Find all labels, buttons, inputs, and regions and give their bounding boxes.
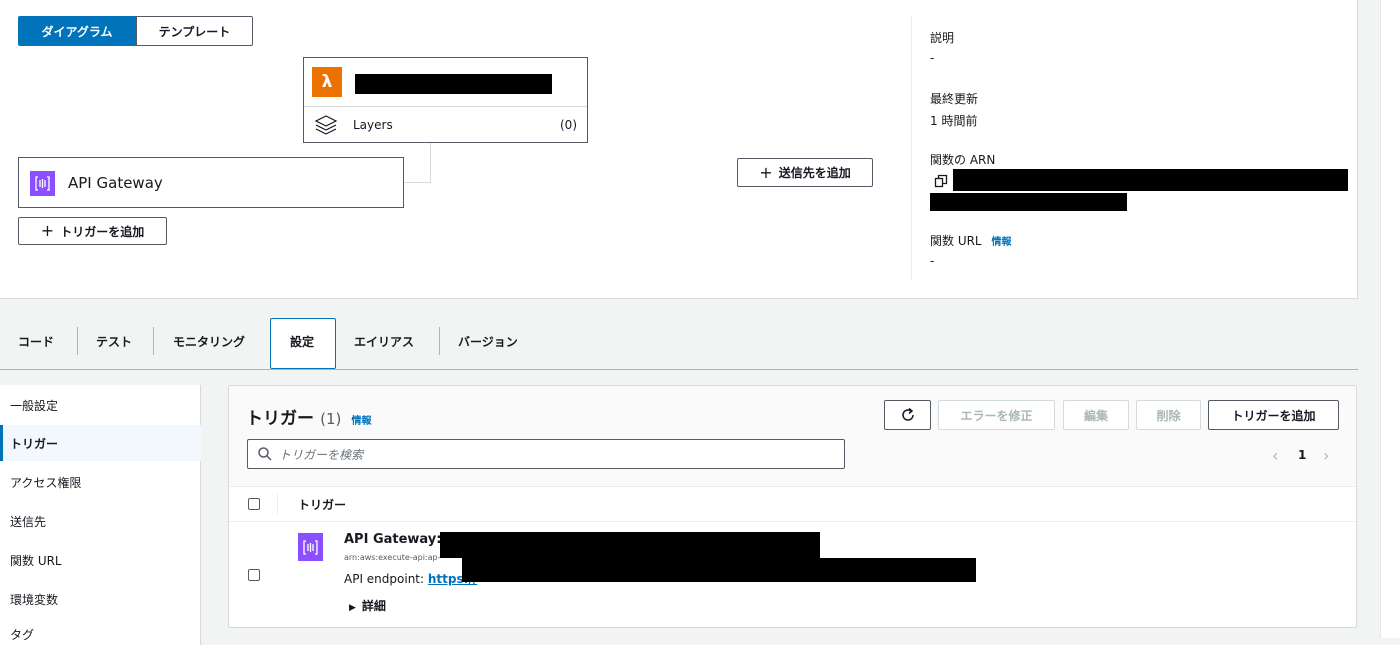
sidebar-item-destinations[interactable]: 送信先 bbox=[10, 513, 46, 530]
overview-divider bbox=[911, 16, 912, 280]
triggers-info-link[interactable]: 情報 bbox=[352, 416, 372, 427]
row-details-toggle[interactable]: ▶ 詳細 bbox=[349, 597, 386, 614]
search-placeholder: トリガーを検索 bbox=[279, 447, 364, 462]
refresh-button[interactable] bbox=[884, 400, 931, 430]
connector-vertical bbox=[430, 143, 431, 183]
add-destination-button[interactable]: + 送信先を追加 bbox=[737, 158, 873, 187]
tab-settings[interactable]: 設定 bbox=[290, 333, 314, 350]
api-gateway-icon bbox=[30, 171, 55, 196]
tabs-underline bbox=[0, 369, 1358, 370]
tab-code[interactable]: コード bbox=[18, 333, 54, 350]
function-name-redacted bbox=[355, 74, 552, 94]
edit-button[interactable]: 編集 bbox=[1063, 400, 1129, 430]
add-trigger-button[interactable]: + トリガーを追加 bbox=[18, 217, 167, 245]
copy-icon[interactable] bbox=[934, 174, 948, 188]
triggers-title: トリガー (1) 情報 bbox=[246, 404, 372, 429]
tab-monitoring[interactable]: モニタリング bbox=[173, 333, 245, 350]
lambda-icon: λ bbox=[312, 67, 342, 97]
function-url-label: 関数 URL 情報 bbox=[930, 232, 1011, 249]
sidebar-item-general[interactable]: 一般設定 bbox=[10, 397, 58, 414]
triggers-title-text: トリガー bbox=[246, 409, 314, 429]
api-gateway-node-label: API Gateway bbox=[68, 174, 163, 192]
page-number[interactable]: 1 bbox=[1298, 448, 1306, 462]
search-icon bbox=[258, 447, 272, 461]
function-url-info-link[interactable]: 情報 bbox=[991, 237, 1011, 248]
description-label: 説明 bbox=[930, 31, 955, 45]
row-checkbox[interactable] bbox=[248, 569, 260, 581]
connector-horizontal bbox=[403, 182, 431, 183]
next-page-icon[interactable]: › bbox=[1323, 446, 1329, 465]
layers-icon bbox=[313, 113, 339, 137]
template-view-button[interactable]: テンプレート bbox=[136, 16, 253, 46]
row-title: API Gateway: bbox=[344, 532, 442, 547]
api-gateway-icon bbox=[298, 533, 323, 561]
plus-icon: + bbox=[40, 221, 55, 240]
function-url-text: 関数 URL bbox=[930, 234, 982, 248]
sidebar-item-triggers[interactable]: トリガー bbox=[10, 435, 58, 452]
table-header-divider bbox=[229, 486, 1356, 487]
function-node-divider bbox=[304, 106, 587, 107]
row-endpoint: API endpoint: https:// bbox=[344, 572, 477, 586]
trigger-name-redacted-1 bbox=[440, 532, 820, 558]
row-arn-prefix: arn:aws:execute-api:ap- bbox=[344, 553, 441, 562]
fix-errors-button[interactable]: エラーを修正 bbox=[938, 400, 1055, 430]
column-header-trigger: トリガー bbox=[298, 498, 347, 512]
endpoint-label: API endpoint: bbox=[344, 572, 425, 586]
details-label: 詳細 bbox=[361, 599, 386, 613]
plus-icon: + bbox=[759, 162, 773, 182]
select-all-checkbox[interactable] bbox=[248, 498, 260, 510]
page-scrollbar[interactable] bbox=[1380, 0, 1400, 638]
prev-page-icon[interactable]: ‹ bbox=[1272, 446, 1278, 465]
triggers-count: (1) bbox=[320, 410, 342, 428]
layers-count: (0) bbox=[560, 118, 577, 132]
header-divider-small bbox=[277, 494, 278, 514]
arn-label: 関数の ARN bbox=[930, 153, 996, 167]
tab-aliases[interactable]: エイリアス bbox=[354, 333, 414, 350]
description-value: - bbox=[930, 51, 935, 65]
sidebar-item-tags[interactable]: タグ bbox=[10, 626, 34, 643]
add-trigger-panel-button[interactable]: トリガーを追加 bbox=[1208, 400, 1339, 430]
caret-right-icon: ▶ bbox=[349, 603, 356, 613]
function-node[interactable] bbox=[303, 57, 588, 143]
sidebar-item-permissions[interactable]: アクセス権限 bbox=[10, 474, 81, 491]
tab-test[interactable]: テスト bbox=[96, 333, 132, 350]
tab-versions[interactable]: バージョン bbox=[458, 333, 518, 350]
tab-separator bbox=[439, 327, 440, 355]
delete-button[interactable]: 削除 bbox=[1136, 400, 1201, 430]
diagram-view-button[interactable]: ダイアグラム bbox=[18, 16, 136, 46]
trigger-name-redacted-2 bbox=[462, 558, 976, 582]
add-destination-label: 送信先を追加 bbox=[778, 166, 851, 180]
arn-value-redacted-1 bbox=[953, 169, 1348, 191]
function-url-value: - bbox=[930, 254, 935, 268]
last-modified-value: 1 時間前 bbox=[930, 114, 978, 128]
arn-value-redacted-2 bbox=[930, 193, 1127, 211]
sidebar-item-function-url[interactable]: 関数 URL bbox=[10, 552, 62, 569]
layers-label[interactable]: Layers bbox=[353, 118, 393, 132]
tab-separator bbox=[153, 327, 154, 355]
refresh-icon bbox=[901, 407, 914, 421]
last-modified-label: 最終更新 bbox=[930, 92, 979, 106]
add-trigger-label: トリガーを追加 bbox=[60, 224, 145, 239]
trigger-search-input[interactable]: トリガーを検索 bbox=[247, 439, 845, 469]
tab-separator bbox=[77, 327, 78, 355]
sidebar-item-env-vars[interactable]: 環境変数 bbox=[10, 591, 58, 608]
